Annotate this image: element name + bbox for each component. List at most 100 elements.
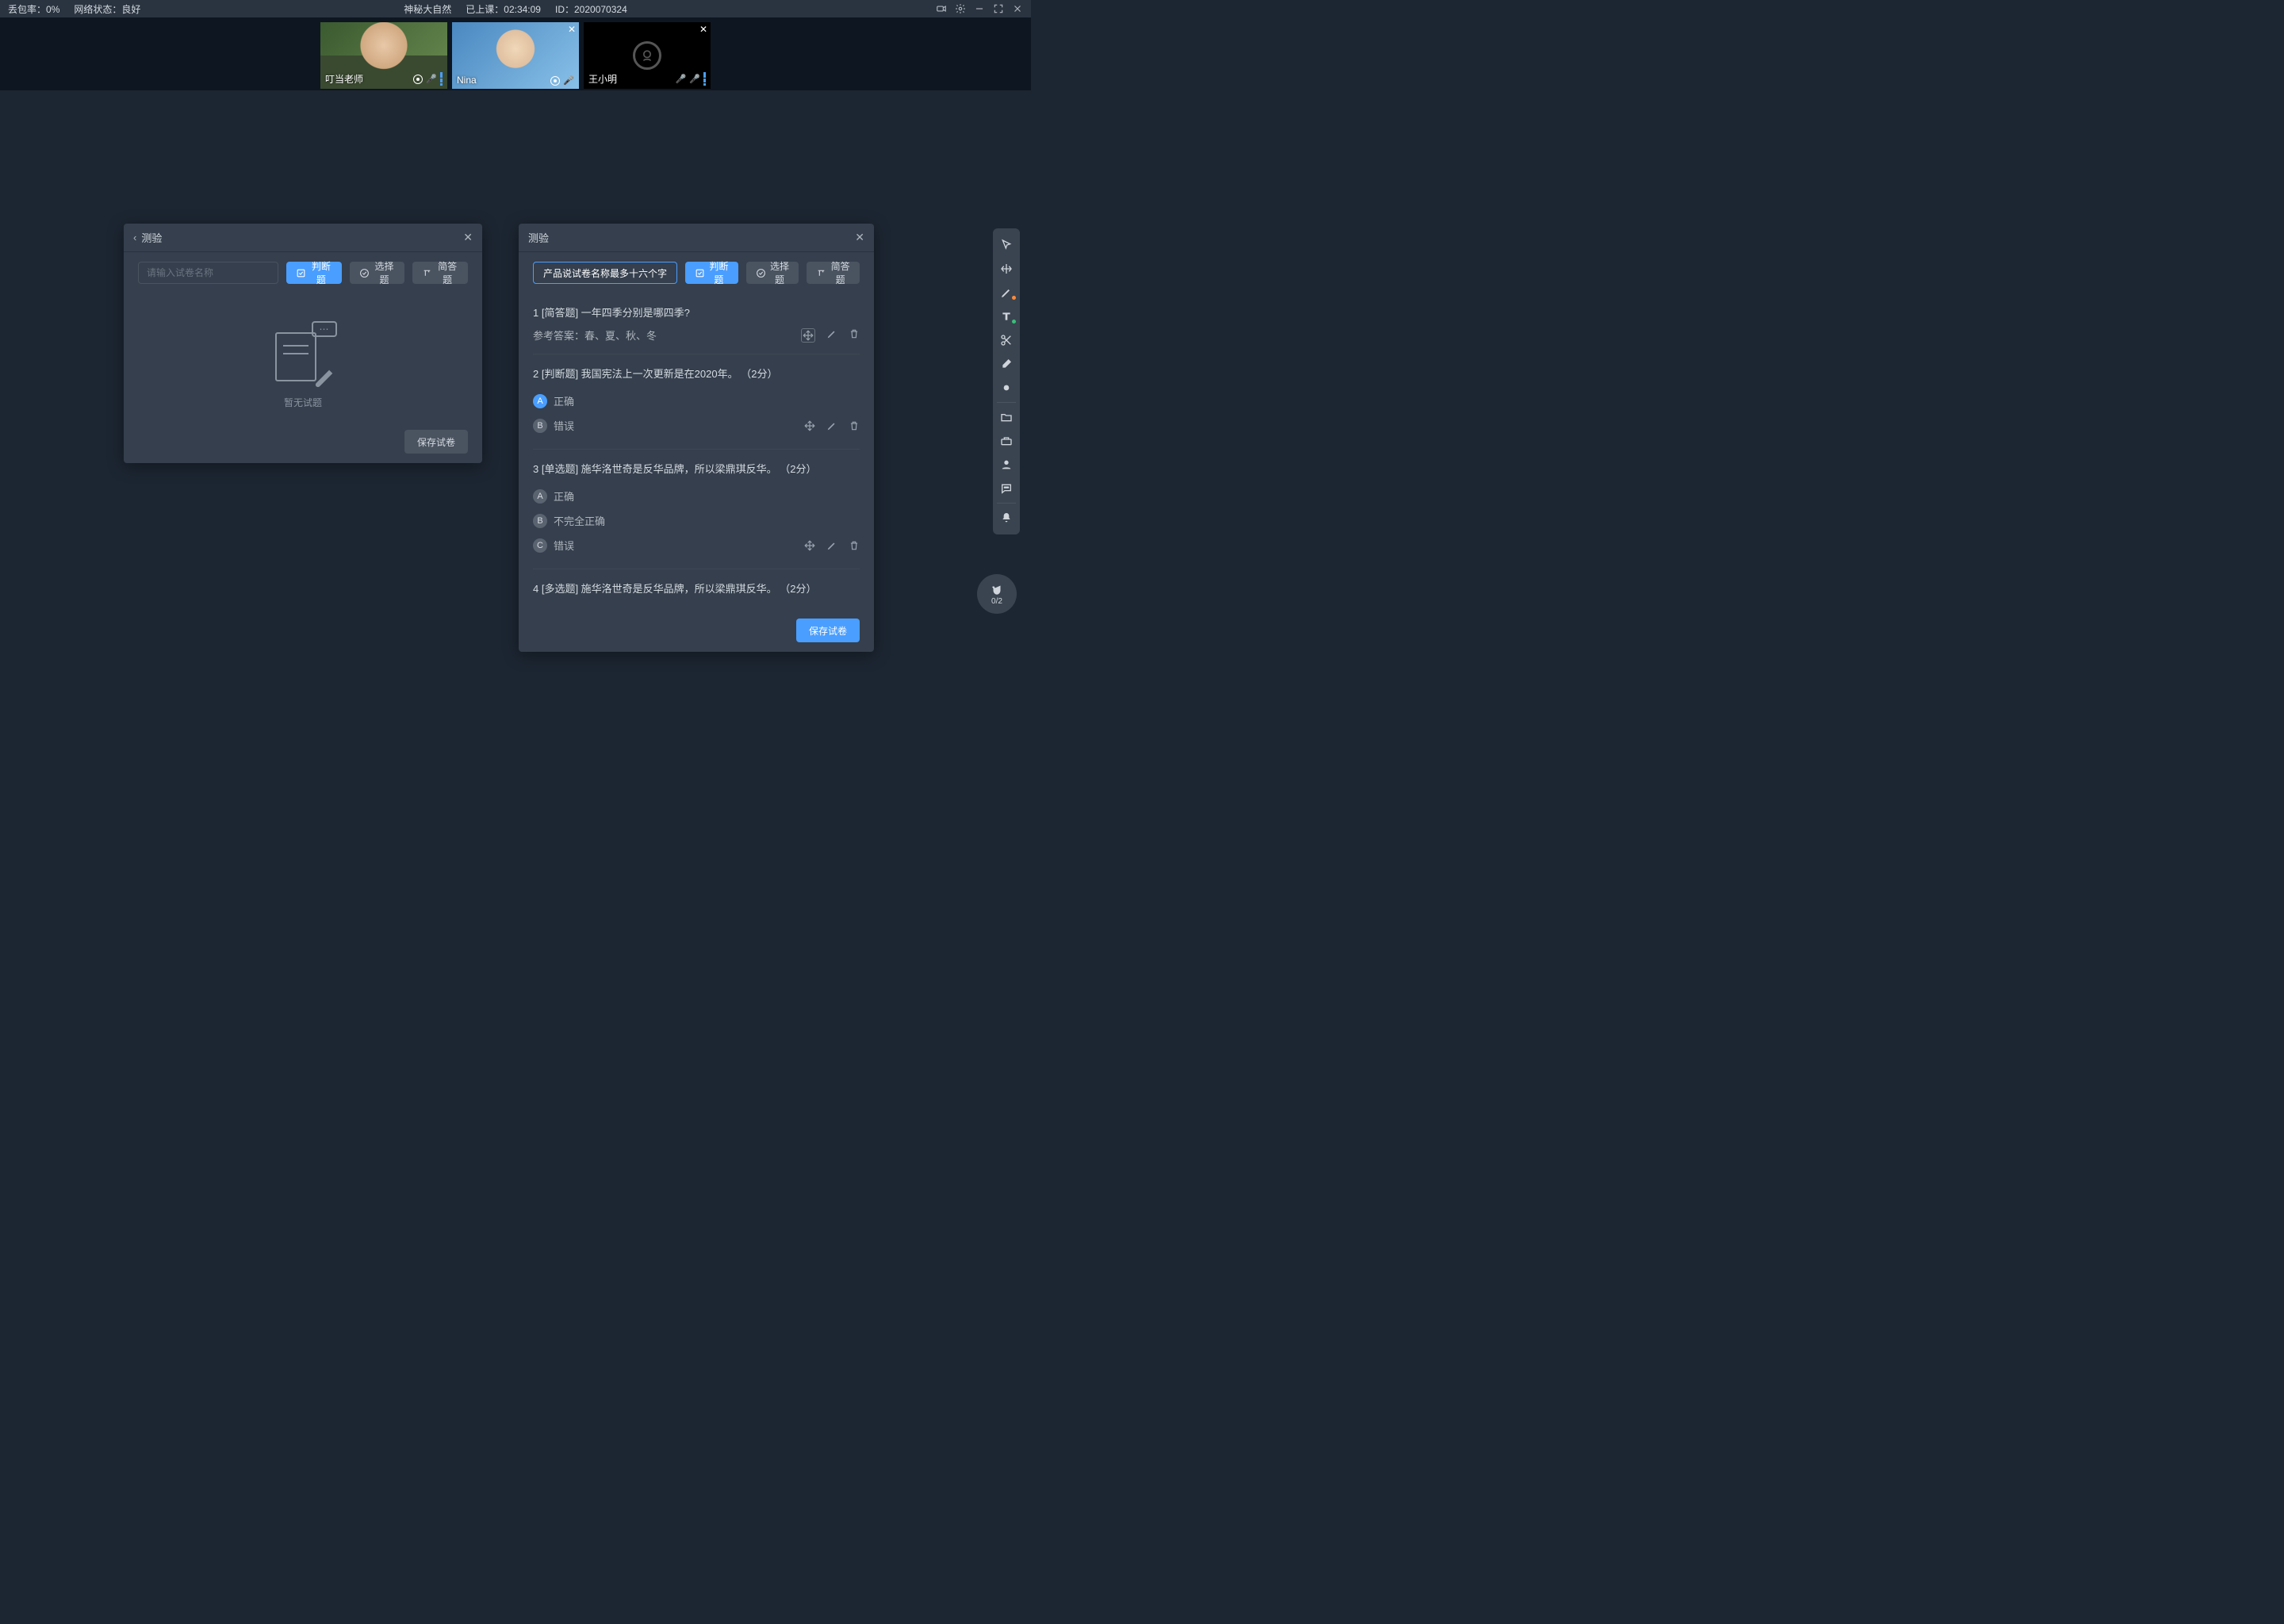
empty-state: 暂无试题 [138, 293, 468, 420]
text-tool-icon[interactable] [993, 304, 1020, 328]
judge-icon [296, 268, 306, 278]
move-icon[interactable] [804, 420, 815, 431]
judge-question-button[interactable]: 判断题 [685, 262, 738, 284]
panel-title: 测验 [141, 230, 162, 245]
video-name-label: 叮当老师 [325, 72, 363, 86]
panel-title: 测验 [528, 230, 549, 245]
folder-tool-icon[interactable] [993, 405, 1020, 429]
delete-icon[interactable] [849, 328, 860, 343]
question-title: 1 [简答题] 一年四季分别是哪四季? [533, 304, 860, 320]
tool-sidebar [993, 228, 1020, 534]
question-title: 4 [多选题] 施华洛世奇是反华品牌，所以梁鼎琪反华。 （2分） [533, 580, 860, 596]
color-tool-icon[interactable] [993, 376, 1020, 400]
edit-icon[interactable] [826, 540, 837, 551]
hand-count: 0/2 [991, 597, 1002, 606]
pen-tool-icon[interactable] [993, 281, 1020, 304]
question-option[interactable]: A 正确 [533, 393, 574, 408]
video-close-icon[interactable]: ✕ [699, 24, 707, 35]
move-tool-icon[interactable] [993, 257, 1020, 281]
edit-icon[interactable] [826, 328, 837, 343]
quiz-panel-populated: 测验 ✕ 产品说试卷名称最多十六个字 判断题 选择题 简答题 1 [简答题] 一… [519, 224, 874, 652]
move-icon[interactable] [804, 540, 815, 551]
empty-text: 暂无试题 [284, 396, 322, 409]
video-tile-student[interactable]: ✕ Nina 🎤 [452, 22, 579, 89]
reference-answer: 参考答案：春、夏、秋、冬 [533, 327, 657, 343]
option-text: 错误 [554, 538, 574, 553]
text-icon [422, 268, 432, 278]
scissors-tool-icon[interactable] [993, 328, 1020, 352]
option-badge: B [533, 419, 547, 433]
mic-icon: 🎤 [563, 75, 574, 86]
choice-question-button[interactable]: 选择题 [350, 262, 405, 284]
question-block: 1 [简答题] 一年四季分别是哪四季? 参考答案：春、夏、秋、冬 [533, 293, 860, 354]
option-text: 错误 [554, 418, 574, 433]
delete-icon[interactable] [849, 420, 860, 431]
option-text: 正确 [554, 393, 574, 408]
session-id: ID：2020070324 [555, 2, 627, 16]
option-badge: A [533, 394, 547, 408]
short-answer-button[interactable]: 简答题 [412, 262, 468, 284]
question-title: 3 [单选题] 施华洛世奇是反华品牌，所以梁鼎琪反华。 （2分） [533, 461, 860, 476]
raise-hand-button[interactable]: 0/2 [977, 574, 1017, 614]
close-window-icon[interactable] [1012, 3, 1023, 14]
course-title: 神秘大自然 [404, 2, 451, 16]
quiz-name-input[interactable]: 产品说试卷名称最多十六个字 [533, 262, 677, 284]
judge-icon [695, 268, 705, 278]
option-badge: B [533, 514, 547, 528]
cursor-tool-icon[interactable] [993, 233, 1020, 257]
video-close-icon[interactable]: ✕ [568, 24, 576, 35]
mic-muted-icon: 🎤 [676, 74, 687, 84]
video-name-label: Nina [457, 75, 477, 86]
signal-icon [703, 72, 706, 86]
choice-icon [359, 268, 370, 278]
toolbox-icon[interactable] [993, 429, 1020, 453]
video-strip: 叮当老师 🎤 ✕ Nina 🎤 ✕ 王小明 🎤 🎤 [0, 17, 1031, 90]
elapsed-time: 已上课：02:34:09 [466, 2, 541, 16]
close-icon[interactable]: ✕ [855, 231, 864, 244]
question-title: 2 [判断题] 我国宪法上一次更新是在2020年。 （2分） [533, 366, 860, 381]
focus-icon [413, 75, 423, 84]
user-tool-icon[interactable] [993, 453, 1020, 477]
question-option[interactable]: B 错误 [533, 418, 574, 433]
topbar: 丢包率：0% 网络状态：良好 神秘大自然 已上课：02:34:09 ID：202… [0, 0, 1031, 17]
minimize-icon[interactable] [974, 3, 985, 14]
choice-question-button[interactable]: 选择题 [746, 262, 799, 284]
option-badge: A [533, 489, 547, 504]
choice-icon [756, 268, 766, 278]
video-name-label: 王小明 [588, 72, 617, 86]
quiz-name-input[interactable] [138, 262, 278, 284]
question-option[interactable]: B 不完全正确 [533, 513, 605, 528]
bell-tool-icon[interactable] [993, 506, 1020, 530]
question-block: 3 [单选题] 施华洛世奇是反华品牌，所以梁鼎琪反华。 （2分） A 正确 B 不完全正… [533, 450, 860, 569]
question-block: 2 [判断题] 我国宪法上一次更新是在2020年。 （2分） A 正确 B 错误 [533, 354, 860, 450]
save-quiz-button[interactable]: 保存试卷 [796, 619, 860, 642]
video-tile-teacher[interactable]: 叮当老师 🎤 [320, 22, 447, 89]
video-tile-student[interactable]: ✕ 王小明 🎤 🎤 [584, 22, 711, 89]
question-option[interactable]: C错误 [533, 538, 574, 553]
eraser-tool-icon[interactable] [993, 352, 1020, 376]
option-text: 正确 [554, 488, 574, 504]
move-icon[interactable] [801, 328, 815, 343]
camera-off-icon [633, 41, 661, 70]
judge-question-button[interactable]: 判断题 [286, 262, 342, 284]
edit-icon[interactable] [826, 420, 837, 431]
question-block: 4 [多选题] 施华洛世奇是反华品牌，所以梁鼎琪反华。 （2分）A是的B不完全正… [533, 569, 860, 609]
text-icon [816, 268, 826, 278]
option-text: 不完全正确 [554, 513, 605, 528]
question-option[interactable]: A 正确 [533, 488, 574, 504]
settings-icon[interactable] [955, 3, 966, 14]
fullscreen-icon[interactable] [993, 3, 1004, 14]
signal-icon [440, 72, 443, 86]
camera-toggle-icon[interactable] [936, 3, 947, 14]
packet-loss: 丢包率：0% [8, 2, 59, 16]
close-icon[interactable]: ✕ [463, 231, 473, 244]
network-status: 网络状态：良好 [74, 2, 140, 16]
mic-icon: 🎤 [689, 74, 700, 84]
quiz-panel-empty: ‹ 测验 ✕ 判断题 选择题 简答题 暂无试题 保存试卷 [124, 224, 482, 463]
chat-tool-icon[interactable] [993, 477, 1020, 500]
back-icon[interactable]: ‹ [133, 232, 136, 243]
save-quiz-button[interactable]: 保存试卷 [404, 430, 468, 454]
delete-icon[interactable] [849, 540, 860, 551]
short-answer-button[interactable]: 简答题 [807, 262, 860, 284]
mic-icon: 🎤 [426, 74, 437, 84]
